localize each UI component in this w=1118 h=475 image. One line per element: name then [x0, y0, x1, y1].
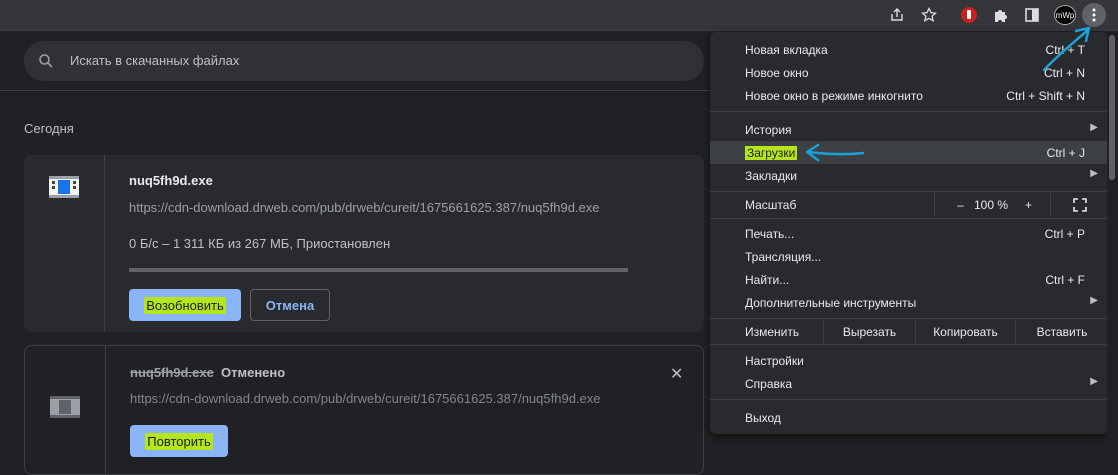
- annotation-arrows: [805, 26, 1091, 162]
